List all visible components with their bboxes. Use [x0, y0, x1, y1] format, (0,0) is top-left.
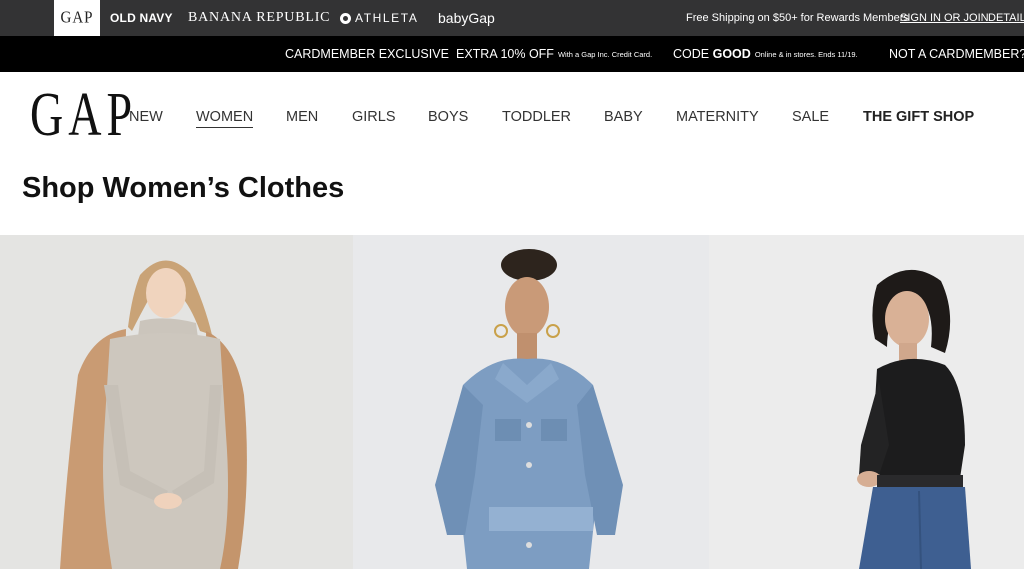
model-sweater-illustration — [0, 235, 353, 569]
promo-cardmember-exclusive: CARDMEMBER EXCLUSIVE — [285, 47, 449, 61]
sign-in-link[interactable]: SIGN IN OR JOIN — [900, 0, 989, 36]
brand-link-banana-republic[interactable]: BANANA REPUBLIC — [188, 0, 330, 36]
nav-boys[interactable]: BOYS — [428, 106, 468, 128]
promo-code-note: Online & in stores. Ends 11/19. — [754, 49, 858, 59]
promo-code-prefix: CODE — [673, 47, 710, 61]
gap-logo[interactable]: GAP — [30, 73, 132, 157]
athleta-logo-icon — [340, 12, 351, 24]
product-image-denim-dress[interactable] — [353, 235, 709, 569]
nav-gift-shop[interactable]: THE GIFT SHOP — [863, 106, 974, 128]
promo-code: CODE GOOD Online & in stores. Ends 11/19… — [673, 36, 858, 72]
nav-girls[interactable]: GIRLS — [352, 106, 396, 128]
athleta-label: ATHLETA — [355, 11, 419, 25]
nav-toddler[interactable]: TODDLER — [502, 106, 571, 128]
product-image-sweater[interactable] — [0, 235, 353, 569]
nav-new[interactable]: NEW — [129, 106, 163, 128]
model-black-top-illustration — [709, 235, 1024, 569]
promo-extra-off: EXTRA 10% OFF With a Gap Inc. Credit Car… — [456, 36, 652, 72]
brand-link-old-navy[interactable]: OLD NAVY — [110, 0, 173, 36]
not-cardmember-link[interactable]: NOT A CARDMEMBER? — [889, 36, 1024, 72]
page-title: Shop Women’s Clothes — [22, 172, 345, 204]
promo-extra-off-label: EXTRA 10% OFF — [456, 47, 554, 61]
model-denim-illustration — [353, 235, 709, 569]
nav-women[interactable]: WOMEN — [196, 106, 254, 128]
brand-bar: GAP OLD NAVY BANANA REPUBLIC ATHLETA bab… — [0, 0, 1024, 39]
nav-baby[interactable]: BABY — [604, 106, 643, 128]
brand-link-athleta[interactable]: ATHLETA — [340, 0, 418, 36]
promo-code-value: GOOD — [712, 47, 751, 61]
nav-sale[interactable]: SALE — [792, 106, 829, 128]
brand-link-babygap[interactable]: babyGap — [438, 0, 495, 36]
rewards-shipping-text: Free Shipping on $50+ for Rewards Member… — [686, 12, 909, 24]
details-link[interactable]: DETAILS — [988, 0, 1024, 36]
promo-extra-off-note: With a Gap Inc. Credit Card. — [557, 49, 653, 59]
nav-maternity[interactable]: MATERNITY — [676, 106, 759, 128]
product-image-black-top[interactable] — [709, 235, 1024, 569]
brand-link-gap[interactable]: GAP — [54, 0, 100, 39]
nav-men[interactable]: MEN — [286, 106, 318, 128]
promo-bar: CARDMEMBER EXCLUSIVE EXTRA 10% OFF With … — [0, 36, 1024, 72]
